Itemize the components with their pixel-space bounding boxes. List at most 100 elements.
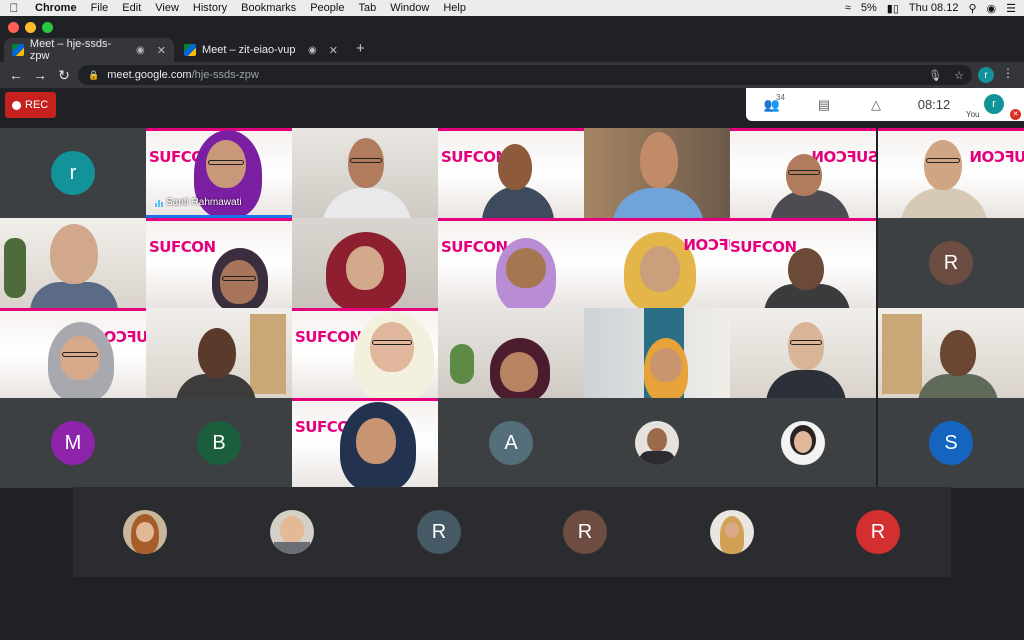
menu-edit[interactable]: Edit [115,2,148,14]
participant-photo-avatar[interactable] [710,510,754,554]
url-host: meet.google.com [107,69,192,81]
chat-button[interactable]: ▤ [798,97,850,113]
menu-app-name[interactable]: Chrome [28,2,84,14]
participant-tile[interactable] [438,308,584,398]
meet-favicon-icon [12,44,24,56]
participant-tile[interactable] [878,308,1024,398]
participant-tile[interactable]: SUFCON [0,308,146,398]
close-tab-icon[interactable]: ✕ [157,44,166,57]
poster-title: SUFCON [149,238,216,256]
participant-tile[interactable]: B [146,398,292,488]
participant-face [788,322,824,370]
wifi-icon[interactable]: ≈ [845,2,851,14]
participant-face [506,248,546,288]
participant-tile[interactable]: M [0,398,146,488]
menu-bookmarks[interactable]: Bookmarks [234,2,303,14]
participant-face [50,224,98,284]
speaking-indicator-icon [155,200,163,207]
tab-meet-zit[interactable]: Meet – zit-eiao-vup ◉ ✕ [176,38,346,62]
bookmark-star-icon[interactable]: ☆ [954,69,964,82]
participant-tile[interactable]: SUFCON [292,308,438,398]
participant-tile[interactable]: r [0,128,146,218]
menu-view[interactable]: View [148,2,186,14]
meet-top-bar: 👥 34 ▤ △ 08:12 [746,88,1024,121]
mic-off-icon[interactable]: ✕ [1010,109,1021,120]
participant-tile[interactable] [730,398,876,488]
participant-avatar[interactable]: R [563,510,607,554]
participant-face [640,246,680,292]
participant-tile[interactable] [292,218,438,308]
participant-photo-avatar[interactable] [123,510,167,554]
participant-face [348,138,384,188]
participant-body [918,374,998,398]
plant-decor [4,238,26,298]
participant-face [370,322,414,372]
close-tab-icon[interactable]: ✕ [329,44,338,57]
menu-window[interactable]: Window [383,2,436,14]
activities-button[interactable]: △ [850,97,902,113]
lock-icon[interactable]: 🔒 [88,70,99,81]
glasses [62,352,98,357]
participant-tile[interactable]: SUFCON [146,218,292,308]
reload-icon[interactable]: ↻ [52,67,76,84]
participant-tile[interactable] [584,398,730,488]
participant-avatar[interactable]: R [417,510,461,554]
participant-tile[interactable]: SUFCON [878,128,1024,218]
tab-meet-hje[interactable]: Meet – hje-ssds-zpw ◉ ✕ [4,38,174,62]
back-arrow-icon[interactable]: ← [4,67,28,83]
participant-tile-speaking[interactable]: SUFCON Santi Rahmawati [146,128,292,218]
apple-icon[interactable]:  [0,1,28,15]
participant-tile[interactable]: A [438,398,584,488]
close-window-button[interactable] [8,22,19,33]
self-avatar[interactable]: r [984,94,1004,114]
participant-count: 34 [776,92,785,102]
microphone-icon[interactable]: 🎙 [928,69,942,82]
participant-strip: R R R [73,487,951,577]
profile-avatar[interactable]: r [978,67,994,83]
participant-photo-avatar[interactable] [270,510,314,554]
poster-strip [438,218,584,221]
menu-tab[interactable]: Tab [351,2,383,14]
participant-tile[interactable] [584,128,730,218]
menu-help[interactable]: Help [436,2,473,14]
shelf-decor [250,314,286,394]
participant-tile[interactable] [584,308,730,398]
participant-photo-avatar [781,421,825,465]
participant-tile[interactable] [146,308,292,398]
participants-button[interactable]: 👥 34 [746,93,798,113]
participant-face [725,522,739,538]
participant-tile[interactable]: SUFCON [730,218,876,308]
maximize-window-button[interactable] [42,22,53,33]
participant-tile[interactable] [730,308,876,398]
participant-tile[interactable] [0,218,146,308]
forward-arrow-icon[interactable]: → [28,67,52,83]
participant-tile[interactable]: S [878,398,1024,488]
new-tab-button[interactable]: + [356,40,365,57]
minimize-window-button[interactable] [25,22,36,33]
participant-avatar[interactable]: R [856,510,900,554]
menubar-clock[interactable]: Thu 08.12 [909,2,959,14]
battery-icon[interactable]: ▮▯ [887,2,899,15]
siri-icon[interactable]: ◉ [987,2,997,15]
participant-face [220,260,258,304]
participant-tile[interactable]: SUFCON [292,398,438,488]
participant-tile[interactable]: SUFCON [438,128,584,218]
control-center-icon[interactable]: ☰ [1006,2,1016,15]
participant-tile[interactable]: SUFCON [730,128,876,218]
participant-face [280,516,304,544]
glasses [372,340,412,345]
more-options-icon[interactable]: ⋮ [1002,66,1014,80]
participant-tile[interactable]: SUFCON [438,218,584,308]
menubar-status: ≈ 5% ▮▯ Thu 08.12 ⚲ ◉ ☰ [845,0,1016,16]
browser-toolbar: ← → ↻ 🔒 meet.google.com/hje-ssds-zpw 🎙 ☆… [0,62,1024,88]
address-bar[interactable]: 🔒 meet.google.com/hje-ssds-zpw 🎙 ☆ [78,65,972,85]
tab-title: Meet – hje-ssds-zpw [29,38,112,62]
menu-file[interactable]: File [84,2,116,14]
meet-favicon-icon [184,44,196,56]
participant-tile[interactable] [292,128,438,218]
participant-tile[interactable]: R [878,218,1024,308]
menu-people[interactable]: People [303,2,351,14]
menu-history[interactable]: History [186,2,234,14]
spotlight-icon[interactable]: ⚲ [968,2,976,15]
participant-tile[interactable]: SUFCON [584,218,730,308]
